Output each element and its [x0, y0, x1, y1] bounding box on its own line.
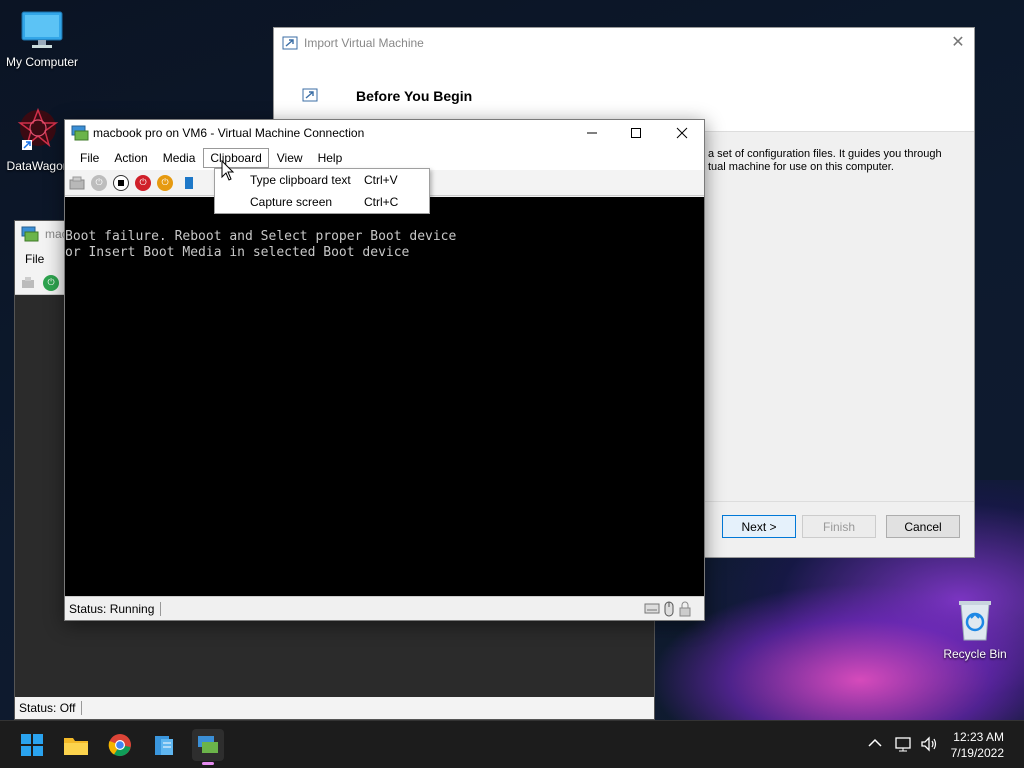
taskbar-file-explorer[interactable] [60, 729, 92, 761]
wizard-description: a set of configuration files. It guides … [708, 148, 942, 173]
menu-file[interactable]: File [73, 148, 106, 168]
wizard-heading: Before You Begin [356, 88, 473, 104]
mouse-cursor-icon [221, 160, 235, 181]
vm-screen[interactable]: Boot failure. Reboot and Select proper B… [65, 197, 704, 597]
status-icons [644, 601, 692, 617]
close-icon[interactable] [659, 120, 705, 146]
pause-icon[interactable] [185, 176, 193, 189]
menu-item-capture-screen[interactable]: Capture screen Ctrl+C [215, 191, 429, 213]
finish-button[interactable]: Finish [802, 515, 876, 538]
desktop-icon-label: Recycle Bin [943, 647, 1007, 661]
save-state-icon[interactable]: ⏻ [157, 174, 173, 191]
vm-window-title: macbook pro on VM6 - Virtual Machine Con… [93, 126, 365, 140]
vm-connection-icon [71, 125, 89, 141]
server-icon [155, 736, 173, 755]
vm-window-menubar: File Action Media Clipboard View Help [65, 146, 704, 170]
menu-clipboard[interactable]: Clipboard [203, 148, 269, 168]
recycle-bin-icon [959, 601, 991, 641]
menu-file[interactable]: File [25, 252, 44, 266]
keyboard-icon [644, 603, 660, 614]
menu-item-type-clipboard-text[interactable]: Type clipboard text Ctrl+V [215, 169, 429, 191]
desktop-icon-label: My Computer [5, 55, 79, 69]
maximize-icon[interactable] [613, 120, 659, 146]
wizard-title: Import Virtual Machine [304, 36, 424, 50]
background-status-text: Status: Off [19, 701, 76, 715]
screen-line: Boot failure. Reboot and Select proper B… [65, 229, 457, 244]
start-icon[interactable]: ⏻ [43, 274, 59, 291]
menu-view[interactable]: View [270, 148, 310, 168]
taskbar-chrome[interactable] [104, 729, 136, 761]
menu-media[interactable]: Media [156, 148, 203, 168]
next-button[interactable]: Next > [722, 515, 796, 538]
menu-item-shortcut: Ctrl+C [364, 195, 399, 209]
vm-connection-icon [21, 226, 39, 242]
network-icon[interactable] [895, 736, 913, 756]
import-icon [282, 36, 298, 50]
ctrl-alt-del-icon[interactable] [69, 176, 85, 190]
wizard-close-icon[interactable]: ✕ [950, 34, 966, 50]
vm-connection-icon [198, 736, 218, 753]
start-icon[interactable]: ⏻ [91, 174, 107, 191]
menu-help[interactable]: Help [311, 148, 350, 168]
vm-window-statusbar: Status: Running [65, 596, 704, 620]
menu-item-label: Capture screen [250, 195, 333, 209]
clock-date: 7/19/2022 [950, 746, 1004, 760]
windows-logo-icon [21, 734, 43, 756]
menu-action[interactable]: Action [107, 148, 154, 168]
minimize-icon[interactable] [569, 120, 615, 146]
clock-time: 12:23 AM [953, 730, 1004, 744]
taskbar: 12:23 AM 7/19/2022 [0, 720, 1024, 768]
taskbar-vm-connection[interactable] [192, 729, 224, 765]
monitor-icon [21, 11, 63, 48]
active-indicator [202, 762, 214, 765]
start-button[interactable] [16, 729, 48, 761]
clipboard-menu-dropdown: Type clipboard text Ctrl+V Capture scree… [214, 168, 430, 214]
import-header-icon [302, 88, 318, 102]
turn-off-icon[interactable] [113, 174, 129, 191]
ctrl-alt-del-icon[interactable] [21, 276, 35, 289]
tray-chevron-up-icon[interactable] [868, 736, 882, 752]
mouse-icon [664, 601, 674, 617]
background-window-statusbar: Status: Off [15, 697, 654, 719]
folder-icon [64, 738, 88, 755]
volume-icon[interactable] [920, 736, 938, 756]
taskbar-clock[interactable]: 12:23 AM 7/19/2022 [951, 729, 1004, 761]
status-separator [81, 701, 83, 715]
screen-line: or Insert Boot Media in selected Boot de… [65, 245, 410, 260]
taskbar-server-manager[interactable] [148, 729, 180, 761]
vm-status-text: Status: Running [69, 601, 155, 616]
chrome-icon [108, 734, 131, 757]
shut-down-icon[interactable]: ⏻ [135, 174, 151, 191]
desktop-icon-recycle-bin[interactable]: Recycle Bin [933, 598, 1017, 661]
status-separator [160, 601, 162, 616]
menu-item-label: Type clipboard text [250, 173, 351, 187]
cancel-button[interactable]: Cancel [886, 515, 960, 538]
wizard-titlebar[interactable]: Import Virtual Machine [274, 28, 974, 58]
datawagon-logo-icon [17, 107, 59, 150]
vm-window-titlebar[interactable]: macbook pro on VM6 - Virtual Machine Con… [65, 120, 704, 146]
menu-item-shortcut: Ctrl+V [364, 173, 398, 187]
lock-icon [679, 601, 691, 617]
desktop-icon-my-computer[interactable]: My Computer [0, 10, 84, 69]
